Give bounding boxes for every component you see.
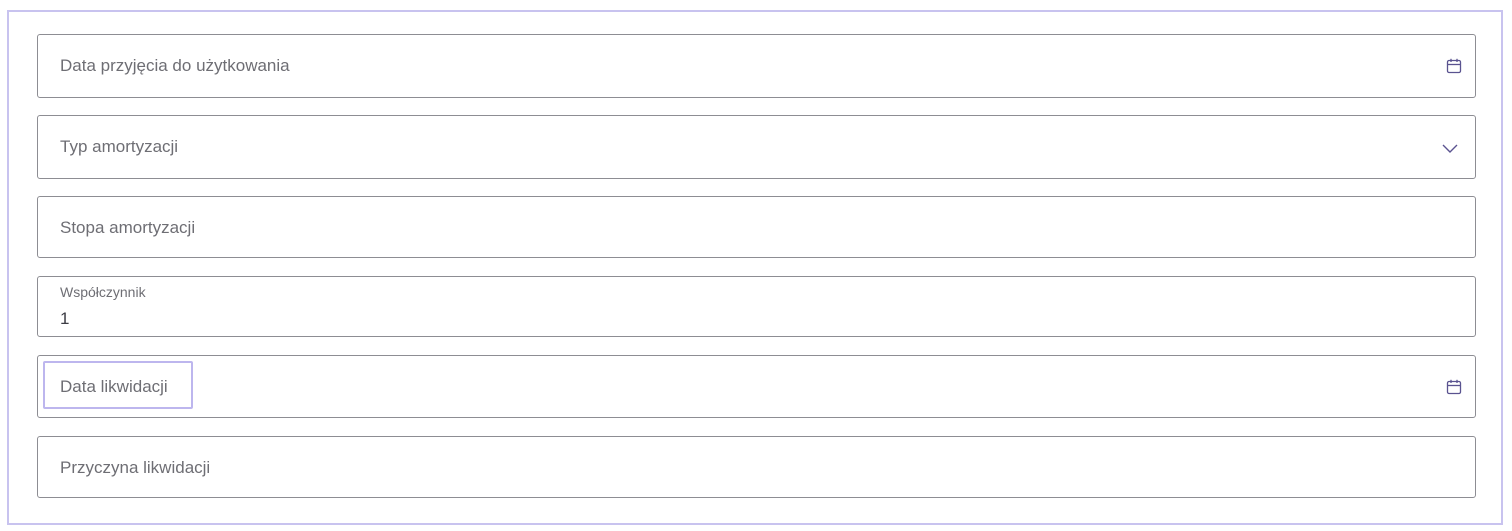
liquidation-date-field[interactable]: Data likwidacji [37,355,1476,418]
liquidation-date-label: Data likwidacji [60,377,168,396]
form-panel: Data przyjęcia do użytkowania Typ amorty… [7,10,1503,525]
depreciation-type-label: Typ amortyzacji [60,137,179,156]
depreciation-rate-input[interactable]: Stopa amortyzacji [37,196,1476,258]
coefficient-input[interactable]: Współczynnik 1 [37,276,1476,337]
coefficient-label: Współczynnik [60,284,146,300]
calendar-icon[interactable] [1445,378,1463,396]
depreciation-rate-label: Stopa amortyzacji [60,218,196,237]
coefficient-value: 1 [60,309,70,328]
liquidation-reason-input[interactable]: Przyczyna likwidacji [37,436,1476,498]
chevron-down-icon[interactable] [1441,139,1459,157]
depreciation-type-select[interactable]: Typ amortyzacji [37,115,1476,179]
liquidation-reason-label: Przyczyna likwidacji [60,458,211,477]
acceptance-date-field[interactable]: Data przyjęcia do użytkowania [37,34,1476,98]
calendar-icon[interactable] [1445,57,1463,75]
acceptance-date-label: Data przyjęcia do użytkowania [60,56,290,75]
